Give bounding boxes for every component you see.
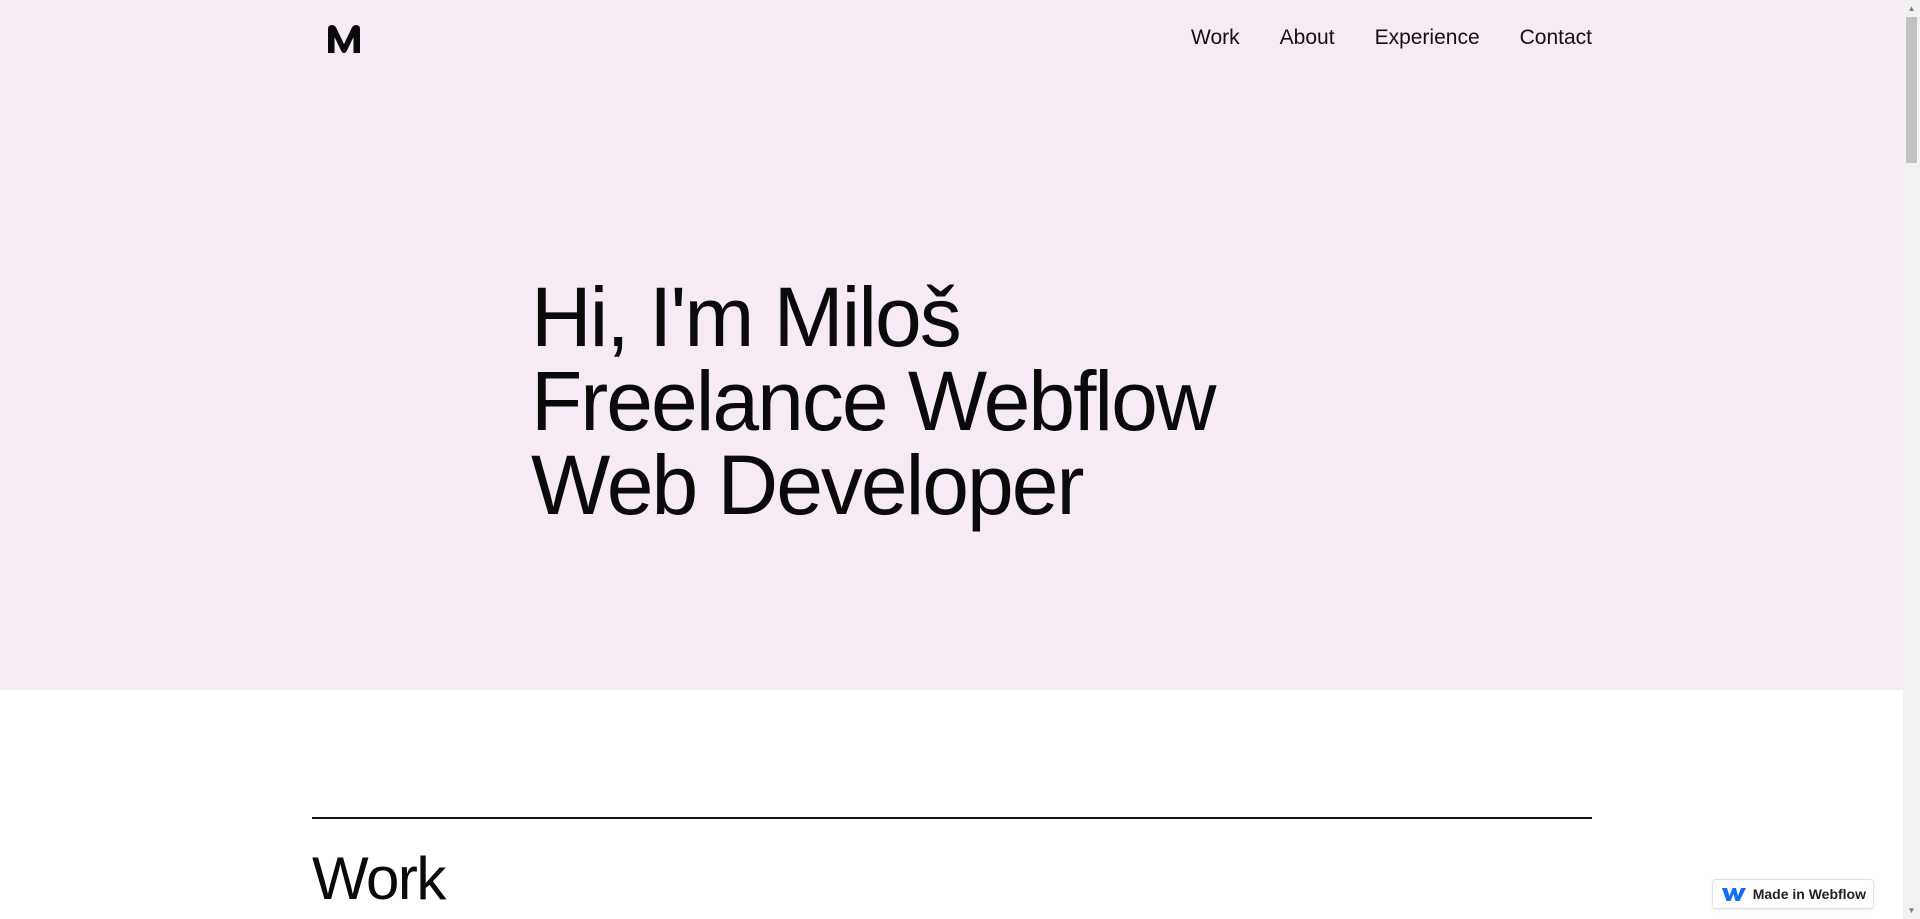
webflow-logo-icon <box>1721 888 1746 901</box>
logo-m-mark <box>328 25 360 53</box>
work-heading: Work <box>312 845 446 912</box>
scroll-down-arrow-icon[interactable]: ▼ <box>1903 902 1920 919</box>
main-nav: Work About Experience Contact <box>1191 22 1592 54</box>
hero-heading-line-2: Freelance Webflow <box>531 354 1216 448</box>
hero-section: Work About Experience Contact Hi, I'm Mi… <box>0 0 1903 690</box>
hero-heading: Hi, I'm Miloš Freelance Webflow Web Deve… <box>531 270 1216 532</box>
nav-link-work[interactable]: Work <box>1191 22 1240 54</box>
badge-label: Made in Webflow <box>1752 886 1866 902</box>
logo-m-icon[interactable] <box>325 20 363 58</box>
scrollbar-thumb[interactable] <box>1906 17 1917 163</box>
nav-link-contact[interactable]: Contact <box>1520 22 1592 54</box>
section-divider <box>312 817 1592 819</box>
work-section: Work <box>0 690 1903 919</box>
vertical-scrollbar[interactable]: ▲ ▼ <box>1903 0 1920 919</box>
hero-heading-line-3: Web Developer <box>531 438 1084 532</box>
page: Work About Experience Contact Hi, I'm Mi… <box>0 0 1903 919</box>
made-in-webflow-badge[interactable]: Made in Webflow <box>1711 879 1874 909</box>
nav-link-about[interactable]: About <box>1280 22 1335 54</box>
hero-heading-line-1: Hi, I'm Miloš <box>531 270 962 364</box>
scroll-up-arrow-icon[interactable]: ▲ <box>1903 0 1920 17</box>
nav-link-experience[interactable]: Experience <box>1375 22 1480 54</box>
